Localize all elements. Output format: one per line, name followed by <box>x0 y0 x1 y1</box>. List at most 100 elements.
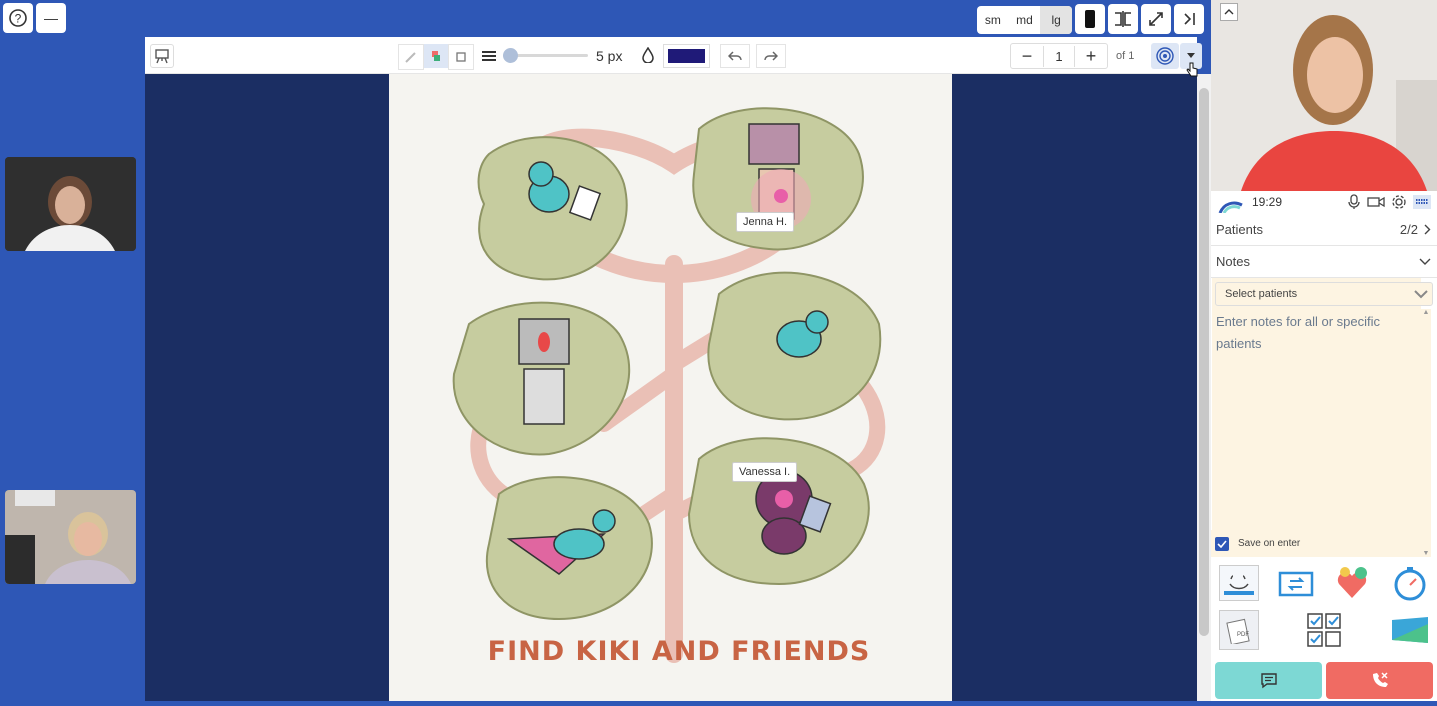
notes-label: Notes <box>1216 254 1250 269</box>
opacity-drop-icon[interactable] <box>641 47 655 63</box>
caret-down-icon <box>1187 53 1195 58</box>
pdf-tool[interactable]: PDF <box>1219 610 1259 650</box>
phone-hangup-icon <box>1373 672 1388 687</box>
pen-tool[interactable] <box>398 44 424 70</box>
participant-avatar <box>5 157 136 251</box>
size-lg-button[interactable]: lg <box>1040 6 1072 34</box>
collapse-video-button[interactable] <box>1220 3 1238 21</box>
select-patients-dropdown[interactable]: Select patients <box>1215 282 1433 306</box>
heart-balloons-icon <box>1337 567 1367 598</box>
checklist-tool[interactable] <box>1304 610 1344 650</box>
smiley-face-icon <box>1224 575 1254 595</box>
minus-icon: — <box>44 10 58 26</box>
redo-icon <box>764 51 778 61</box>
chat-button[interactable] <box>1215 662 1322 699</box>
chevron-down-icon <box>1414 289 1428 298</box>
call-timer: 19:29 <box>1252 195 1283 209</box>
logo-icon <box>1218 201 1243 213</box>
participant-video-1[interactable] <box>5 157 136 251</box>
undo-icon <box>728 51 742 61</box>
layout-toggle-button[interactable] <box>1413 195 1431 209</box>
highlighter-icon <box>432 51 440 61</box>
swap-screen-icon <box>1278 571 1314 597</box>
split-view-button[interactable] <box>1108 4 1138 34</box>
select-patients-placeholder: Select patients <box>1225 288 1298 300</box>
cursor-label-jenna: Jenna H. <box>736 212 795 232</box>
checklist-icon <box>1307 613 1341 647</box>
timer-tool[interactable] <box>1390 563 1430 603</box>
phone-icon <box>1085 10 1095 28</box>
stroke-slider-handle[interactable] <box>503 48 518 63</box>
prev-page-button[interactable]: − <box>1011 45 1044 67</box>
landscape-icon <box>1392 617 1428 643</box>
turn-taking-tool[interactable] <box>1276 565 1316 601</box>
camera-icon[interactable] <box>1367 195 1385 209</box>
help-button[interactable]: ? <box>3 3 33 33</box>
pdf-file-icon: PDF <box>1226 618 1250 644</box>
expand-icon <box>1149 12 1163 26</box>
highlighter-tool[interactable] <box>424 44 448 68</box>
worksheet-page[interactable] <box>389 74 952 701</box>
save-on-enter-checkbox[interactable] <box>1215 536 1229 551</box>
cursor-label-vanessa: Vanessa I. <box>732 462 798 482</box>
canvas-scrollbar-thumb[interactable] <box>1199 88 1209 636</box>
line-width-icon <box>482 51 496 61</box>
gear-icon[interactable] <box>1391 194 1407 210</box>
crop-icon <box>456 52 466 62</box>
chevron-right-bar-icon <box>1184 13 1195 25</box>
chevron-right-icon <box>1424 224 1431 235</box>
stroke-size-value: 5 px <box>596 48 623 64</box>
easel-icon <box>155 49 169 64</box>
save-on-enter-label: Save on enter <box>1238 538 1301 549</box>
page-navigator: − 1 + <box>1010 43 1108 69</box>
collapse-panel-button[interactable] <box>1174 4 1204 34</box>
fullscreen-button[interactable] <box>1141 4 1171 34</box>
next-page-button[interactable]: + <box>1074 45 1107 67</box>
main-video[interactable] <box>1211 0 1437 191</box>
stopwatch-icon <box>1394 567 1426 601</box>
split-icon <box>1115 11 1131 27</box>
chat-icon <box>1261 673 1277 689</box>
checkmark-icon <box>1217 539 1227 548</box>
host-video-avatar <box>1211 0 1437 191</box>
undo-button[interactable] <box>720 44 750 68</box>
notes-header[interactable]: Notes <box>1211 246 1437 278</box>
participant-video-2[interactable] <box>5 490 136 584</box>
size-sm-button[interactable]: sm <box>977 6 1009 34</box>
feelings-tool[interactable] <box>1219 565 1259 601</box>
target-icon <box>1156 47 1174 65</box>
hand-cursor-icon <box>1186 62 1198 77</box>
select-tool[interactable] <box>448 44 474 70</box>
whiteboard-button[interactable] <box>150 44 174 68</box>
notes-textarea[interactable]: Enter notes for all or specific patients <box>1212 309 1421 557</box>
svg-text:PDF: PDF <box>1237 632 1249 638</box>
end-call-button[interactable] <box>1326 662 1433 699</box>
worksheet-title: FIND KIKI AND FRIENDS <box>487 636 871 667</box>
patients-label: Patients <box>1216 222 1263 237</box>
size-md-button[interactable]: md <box>1009 6 1041 34</box>
mobile-view-button[interactable] <box>1075 4 1105 34</box>
redo-button[interactable] <box>756 44 786 68</box>
help-icon: ? <box>9 9 27 27</box>
rewards-tool[interactable] <box>1332 563 1372 603</box>
page-current[interactable]: 1 <box>1044 49 1074 64</box>
tool-group <box>398 44 474 70</box>
patients-count: 2/2 <box>1399 222 1418 237</box>
chevron-down-icon <box>1419 258 1431 265</box>
minimize-button[interactable]: — <box>36 3 66 33</box>
notes-scrollbar[interactable]: ▲ ▼ <box>1421 309 1431 557</box>
patients-row[interactable]: Patients 2/2 <box>1211 214 1437 246</box>
save-on-enter-row: Save on enter <box>1211 530 1421 557</box>
svg-text:?: ? <box>15 12 22 26</box>
spotlight-button[interactable] <box>1151 43 1179 69</box>
size-selector: sm md lg <box>977 6 1072 34</box>
color-picker[interactable] <box>663 44 710 68</box>
page-total: of 1 <box>1116 50 1135 62</box>
chevron-up-icon <box>1224 9 1234 15</box>
call-controls-bar: 19:29 <box>1211 191 1437 213</box>
microphone-icon[interactable] <box>1347 194 1361 210</box>
worksheet-illustration <box>452 107 886 663</box>
pen-icon <box>405 52 416 63</box>
background-tool[interactable] <box>1390 612 1430 648</box>
color-swatch <box>668 49 705 63</box>
